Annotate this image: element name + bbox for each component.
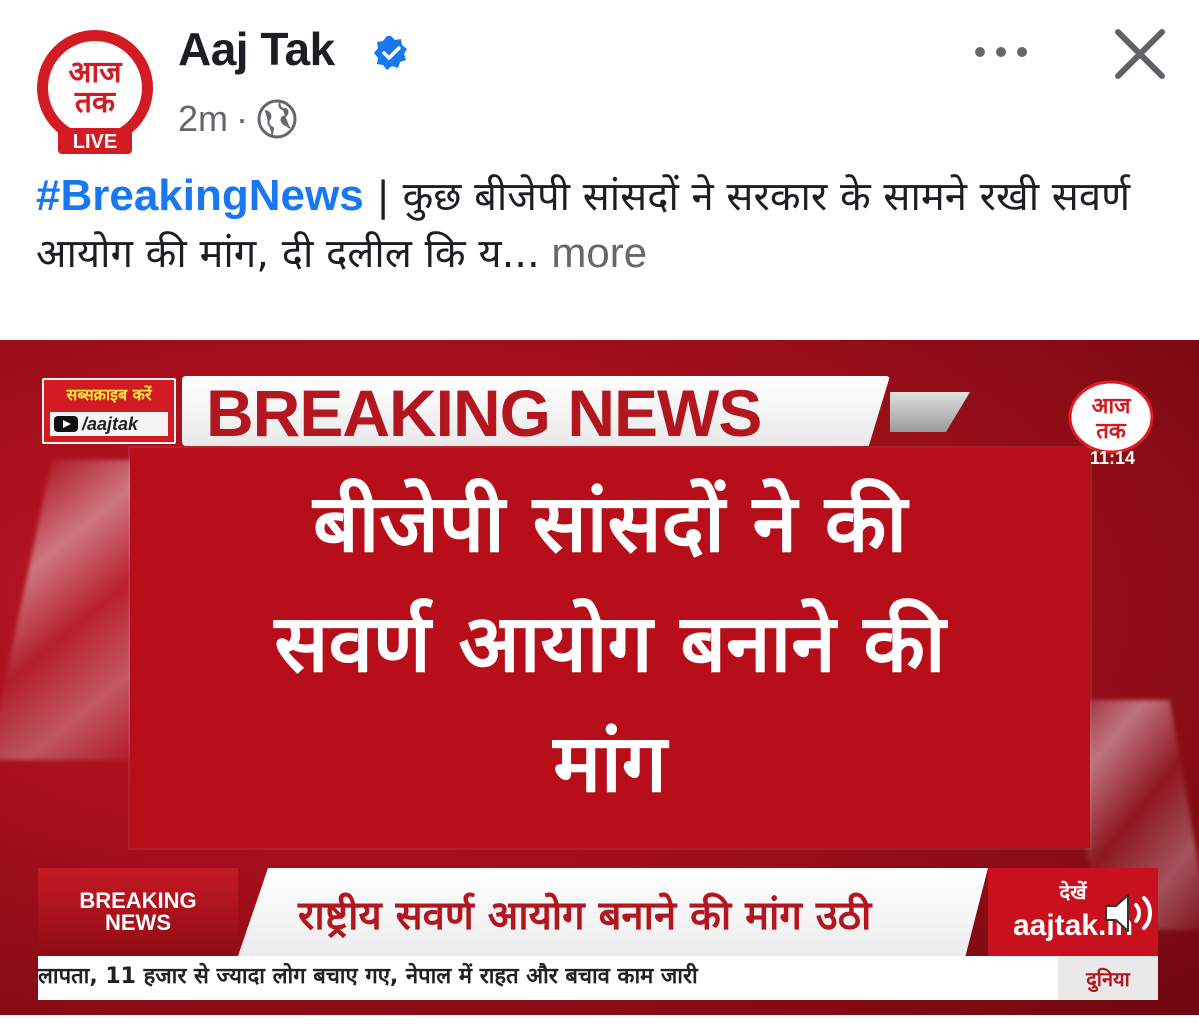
- ticker-headline-box: राष्ट्रीय सवर्ण आयोग बनाने की मांग उठी: [238, 868, 988, 956]
- ticker-category: दुनिया: [1058, 956, 1158, 1000]
- lower-third: BREAKING NEWS राष्ट्रीय सवर्ण आयोग बनाने…: [38, 868, 1158, 956]
- headline-line-1: बीजेपी सांसदों ने की: [312, 477, 908, 570]
- aajtak-logo-icon[interactable]: आज तक LIVE: [34, 28, 156, 154]
- post-meta: 2m ·: [178, 94, 298, 144]
- headline-line-2: सवर्ण आयोग बनाने की: [274, 597, 946, 690]
- header-decoration: [890, 392, 970, 432]
- scrolling-ticker-text: लापता, 11 हजार से ज्यादा लोग बचाए गए, ने…: [38, 964, 698, 989]
- see-more-link[interactable]: more: [540, 229, 647, 276]
- more-options-icon[interactable]: [966, 34, 1036, 70]
- channel-handle: /aajtak: [82, 413, 139, 434]
- headline-line-3: मांग: [553, 717, 667, 810]
- youtube-icon: [54, 416, 78, 432]
- video-player[interactable]: सब्सक्राइब करें /aajtak BREAKING NEWS आज…: [0, 340, 1199, 1015]
- close-icon[interactable]: [1112, 26, 1168, 82]
- headline-text: बीजेपी सांसदों ने की सवर्ण आयोग बनाने की…: [140, 464, 1080, 824]
- post-time[interactable]: 2m: [178, 98, 228, 140]
- ticker-breaking-badge: BREAKING NEWS: [38, 868, 238, 956]
- subscribe-box: सब्सक्राइब करें /aajtak: [42, 378, 176, 444]
- post-caption: #BreakingNews | कुछ बीजेपी सांसदों ने सर…: [36, 168, 1166, 282]
- channel-handle-box: /aajtak: [50, 412, 168, 436]
- breaking-news-title: BREAKING NEWS: [206, 376, 762, 450]
- ticker-badge-line-1: BREAKING: [79, 888, 197, 913]
- svg-text:तक: तक: [1095, 419, 1127, 444]
- aajtak-logo-icon: आज तक: [1068, 380, 1154, 454]
- broadcast-time: 11:14: [1090, 448, 1136, 468]
- avatar-live-badge: LIVE: [73, 131, 117, 153]
- volume-icon[interactable]: [1100, 888, 1166, 938]
- breaking-news-header: BREAKING NEWS: [182, 376, 890, 446]
- meta-separator: ·: [236, 98, 249, 139]
- svg-text:आज: आज: [1092, 394, 1132, 419]
- verified-badge-icon: [374, 36, 407, 70]
- ticker-badge-line-2: NEWS: [105, 910, 171, 935]
- ticker-headline: राष्ट्रीय सवर्ण आयोग बनाने की मांग उठी: [298, 893, 872, 939]
- subscribe-label: सब्सक्राइब करें: [66, 385, 152, 404]
- svg-text:तक: तक: [74, 85, 116, 120]
- author-name[interactable]: Aaj Tak: [178, 22, 335, 76]
- hashtag-link[interactable]: #BreakingNews: [36, 171, 364, 220]
- scrolling-ticker: लापता, 11 हजार से ज्यादा लोग बचाए गए, ने…: [38, 956, 1158, 1000]
- globe-icon: [257, 99, 297, 139]
